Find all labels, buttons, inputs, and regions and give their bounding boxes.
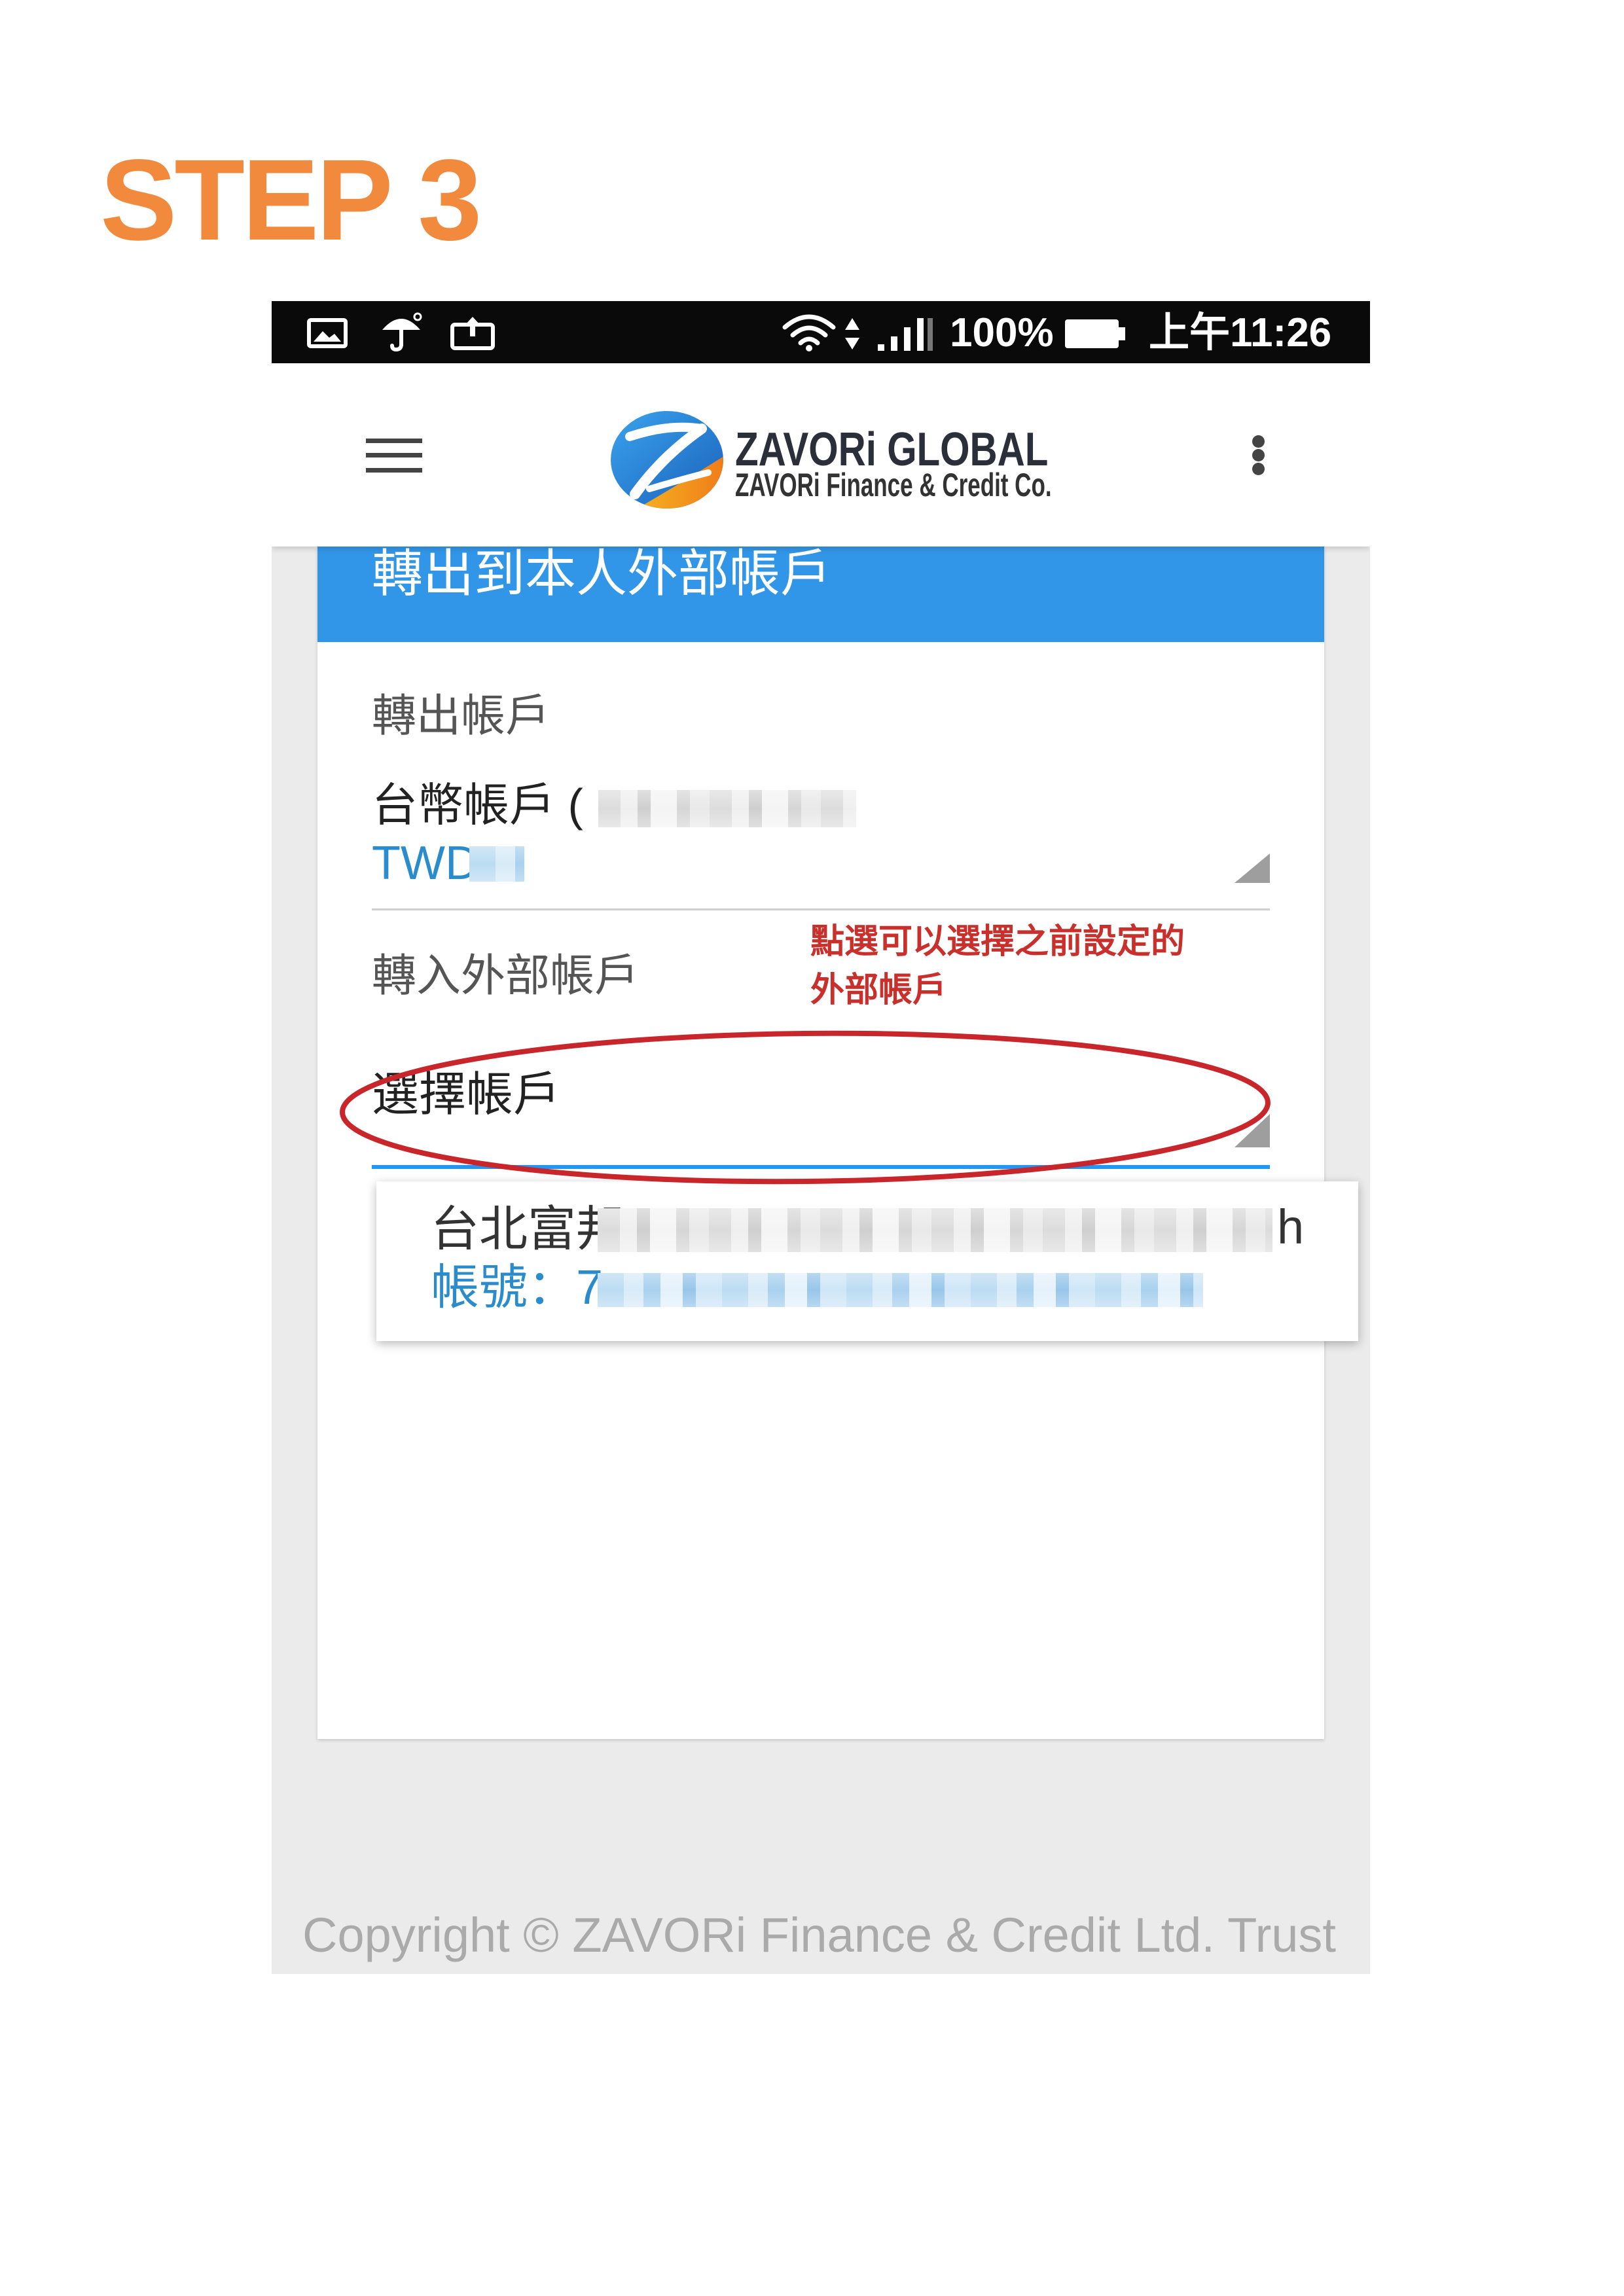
annotation-line-2: 外部帳戶 (810, 971, 947, 1009)
app-header: ZAVORi GLOBAL ZAVORi Finance & Credit Co… (272, 363, 1370, 547)
to-account-label: 轉入外部帳戶 (372, 951, 640, 1001)
more-vertical-icon[interactable] (1252, 435, 1265, 475)
from-account-currency: TWD (372, 837, 479, 889)
wifi-icon (782, 314, 836, 351)
from-account-label: 轉出帳戶 (372, 691, 550, 741)
status-bar: 100% 上午11:26 (272, 301, 1370, 363)
redacted-account-id (598, 790, 856, 827)
redacted-account-number (598, 1273, 1203, 1307)
from-account-name: 台幣帳戶 ( (372, 780, 583, 831)
clock-time: 上午11:26 (1149, 310, 1332, 355)
page-title: 轉出到本人外部帳戶 (372, 545, 832, 602)
option-account-number: 帳號：7 (431, 1260, 604, 1314)
dropdown-option[interactable]: 台北富邦 h 帳號：7 (376, 1181, 1358, 1341)
data-arrows-icon (845, 318, 859, 350)
step-title: STEP 3 (100, 136, 482, 264)
zavori-logo-icon[interactable] (610, 410, 724, 509)
from-account-select[interactable]: 台幣帳戶 ( TWD (372, 779, 1270, 903)
redacted-bank-branch (598, 1208, 1272, 1252)
battery-icon (1065, 319, 1125, 348)
dropdown-arrow-icon (1235, 853, 1270, 883)
redacted-balance (469, 846, 524, 882)
brand-subtitle: ZAVORi Finance & Credit Co. (735, 467, 1052, 503)
image-icon (307, 318, 348, 348)
hamburger-menu-icon[interactable] (366, 439, 422, 473)
briefcase-upload-icon (450, 317, 495, 350)
umbrella-icon (382, 312, 422, 352)
account-dropdown-menu: 台北富邦 h 帳號：7 (376, 1181, 1358, 1341)
highlight-ellipse (340, 1030, 1271, 1185)
card-header: 轉出到本人外部帳戶 (317, 547, 1324, 642)
option-bank-name-tail: h (1277, 1200, 1305, 1254)
divider (372, 908, 1270, 910)
copyright-footer: Copyright © ZAVORi Finance & Credit Ltd.… (302, 1908, 1336, 1962)
battery-percentage: 100% (950, 310, 1054, 355)
option-bank-name: 台北富邦 (431, 1202, 624, 1256)
signal-icon (878, 318, 933, 351)
phone-screenshot: 100% 上午11:26 ZAVORi GLOBAL ZAVORi Financ… (272, 301, 1370, 1974)
transfer-form-card: 轉出到本人外部帳戶 轉出帳戶 台幣帳戶 ( TWD 轉入外部帳戶 點選可以選擇之… (317, 547, 1358, 1739)
annotation-line-1: 點選可以選擇之前設定的 (810, 923, 1185, 961)
